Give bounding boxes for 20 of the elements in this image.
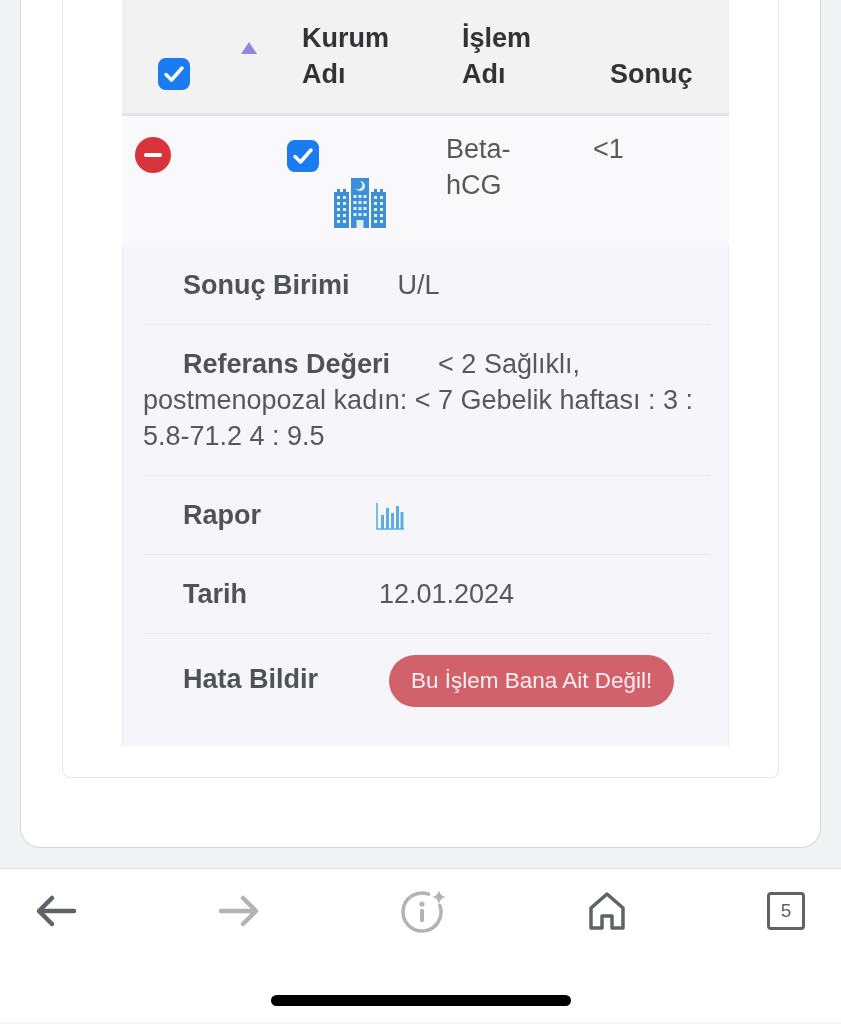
row-checkbox[interactable]: [287, 140, 319, 172]
bar-chart-icon[interactable]: [376, 503, 404, 531]
column-header[interactable]: Kurum Adı: [302, 20, 389, 92]
detail-label: Rapor: [183, 500, 261, 530]
detail-text: Tarih 12.01.2024: [182, 578, 516, 611]
sort-up-icon[interactable]: [241, 42, 257, 54]
detail-text: Referans Değeri < 2 Sağlıklı, postmenopozal kadın: < 7 Gebelik haftası : 3 : 5.8-71.2 4 : 9.5: [143, 348, 695, 453]
operation-name: Beta-hCG: [446, 133, 511, 202]
result-value: <1: [593, 133, 624, 166]
collapse-icon[interactable]: [135, 137, 171, 173]
tab-count-button[interactable]: 5: [767, 891, 805, 930]
table-row[interactable]: Beta-hCG <1: [122, 116, 729, 246]
detail-label: Hata Bildir: [183, 664, 319, 695]
select-all-checkbox[interactable]: [158, 58, 190, 90]
column-header[interactable]: Sonuç: [610, 56, 693, 92]
building-icon: [334, 178, 386, 228]
back-arrow-icon[interactable]: [35, 893, 77, 928]
detail-text: Sonuç Birimi U/L: [182, 269, 441, 302]
column-header[interactable]: İşlem Adı: [462, 20, 532, 92]
home-icon[interactable]: [588, 890, 626, 931]
